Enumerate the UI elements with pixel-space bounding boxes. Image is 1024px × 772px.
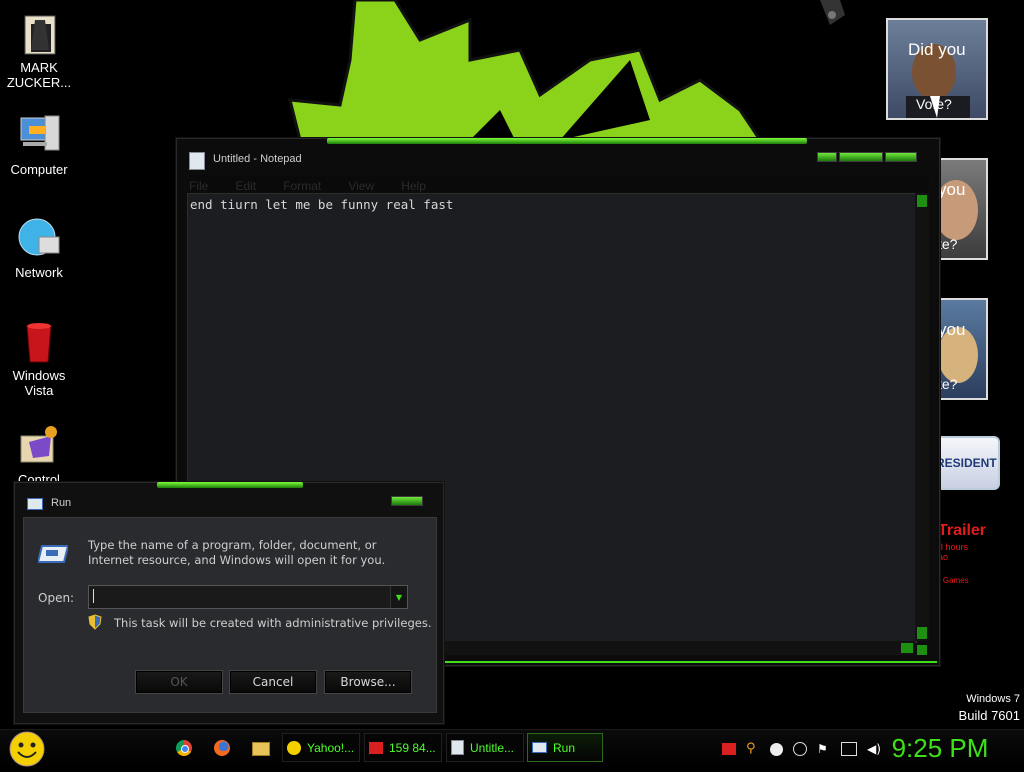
yahoo-messenger-icon bbox=[287, 740, 301, 755]
gadget-caption-bottom: te? bbox=[938, 236, 958, 252]
firefox-icon[interactable] bbox=[214, 740, 230, 756]
media-icon bbox=[369, 741, 383, 754]
window-glow-accent bbox=[327, 138, 807, 144]
cancel-button[interactable]: Cancel bbox=[229, 670, 317, 694]
watermark-line: Build 7601 bbox=[958, 708, 1020, 723]
desktop-icon-user-folder[interactable]: MARK ZUCKER... bbox=[4, 10, 74, 90]
action-center-flag-icon[interactable]: ⚑ bbox=[817, 743, 831, 755]
taskbar-item-notepad[interactable]: Untitle... bbox=[446, 733, 524, 762]
menu-edit[interactable]: Edit bbox=[235, 179, 256, 193]
shield-icon bbox=[88, 614, 102, 630]
taskbar-item-label: Untitle... bbox=[470, 740, 515, 755]
clock-tray-icon[interactable] bbox=[793, 742, 807, 756]
media-tray-icon[interactable] bbox=[722, 743, 736, 755]
taskbar-item-label: 159 84... bbox=[389, 740, 436, 755]
open-combobox[interactable]: ▼ bbox=[88, 585, 408, 609]
menu-file[interactable]: File bbox=[189, 179, 208, 193]
network-tray-icon[interactable] bbox=[841, 742, 857, 756]
run-description: Type the name of a program, folder, docu… bbox=[88, 538, 386, 567]
run-icon bbox=[36, 544, 70, 563]
banner-text: RESIDENT bbox=[936, 456, 997, 470]
folder-icon[interactable] bbox=[252, 742, 270, 756]
run-icon bbox=[532, 742, 547, 753]
minimize-button[interactable] bbox=[817, 152, 837, 162]
open-label: Open: bbox=[38, 591, 75, 605]
desktop-icon-label: Network bbox=[15, 265, 63, 280]
desktop: { "desktop": { "icons": [ {"label": "MAR… bbox=[0, 0, 1024, 769]
trailer-gadget[interactable]: Trailer 8 hours ao r Games bbox=[938, 522, 1018, 602]
volume-icon[interactable]: ◀) bbox=[867, 742, 881, 756]
messenger-tray-icon[interactable] bbox=[770, 742, 783, 756]
recycle-bin-icon bbox=[15, 318, 63, 366]
chrome-icon[interactable] bbox=[176, 740, 192, 756]
ok-button[interactable]: OK bbox=[135, 670, 223, 694]
network-icon bbox=[15, 215, 63, 263]
smiley-start-icon bbox=[9, 731, 45, 767]
menu-help[interactable]: Help bbox=[401, 179, 426, 193]
vote-gadget-obama[interactable]: Did you Vote? bbox=[886, 18, 988, 120]
maximize-button[interactable] bbox=[839, 152, 883, 162]
window-title: Run bbox=[51, 497, 72, 509]
gadget-caption-top: Did you bbox=[908, 40, 966, 59]
desktop-icon-label: MARK ZUCKER... bbox=[6, 60, 72, 90]
trailer-title: Trailer bbox=[938, 522, 987, 539]
window-bottom-glow bbox=[427, 661, 937, 663]
dialog-body: Type the name of a program, folder, docu… bbox=[23, 517, 437, 713]
close-button[interactable] bbox=[391, 496, 423, 506]
control-panel-icon bbox=[15, 422, 63, 470]
open-input[interactable] bbox=[93, 589, 384, 603]
desktop-icon-label: Computer bbox=[10, 162, 68, 177]
gadget-caption-bottom: Vote? bbox=[916, 96, 952, 112]
size-grip[interactable] bbox=[917, 645, 927, 655]
taskbar-item-yahoo[interactable]: Yahoo!... bbox=[282, 733, 360, 762]
close-button[interactable] bbox=[885, 152, 917, 162]
vote-gadget-2[interactable]: you te? bbox=[936, 158, 988, 260]
notepad-app-icon bbox=[189, 152, 205, 170]
taskbar-clock[interactable]: 9:25 PM bbox=[880, 733, 1000, 764]
run-dialog[interactable]: Run Type the name of a program, folder, … bbox=[14, 482, 444, 724]
taskbar-item-run[interactable]: Run bbox=[527, 733, 603, 762]
trailer-line: r Games bbox=[938, 576, 969, 585]
window-glow-accent bbox=[157, 482, 303, 488]
scroll-up-arrow[interactable] bbox=[917, 195, 927, 207]
desktop-icon-network[interactable]: Network bbox=[4, 215, 74, 280]
run-app-icon bbox=[27, 498, 43, 510]
desktop-icon-label: Windows Vista bbox=[12, 368, 66, 398]
admin-note: This task will be created with administr… bbox=[114, 616, 432, 630]
gadget-caption-top: you bbox=[938, 320, 966, 339]
taskbar-item-media[interactable]: 159 84... bbox=[364, 733, 442, 762]
taskbar-item-label: Run bbox=[553, 740, 576, 755]
watermark-line: Windows 7 bbox=[966, 693, 1020, 705]
computer-icon bbox=[15, 112, 63, 160]
desktop-icon-control-panel[interactable]: Control bbox=[4, 422, 74, 487]
scroll-down-arrow[interactable] bbox=[917, 627, 927, 639]
menu-view[interactable]: View bbox=[348, 179, 374, 193]
start-button[interactable] bbox=[8, 730, 46, 768]
president-banner[interactable]: RESIDENT bbox=[936, 436, 1000, 490]
dropdown-arrow-icon[interactable]: ▼ bbox=[390, 586, 407, 608]
trailer-line: 8 hours bbox=[938, 542, 969, 552]
windows-watermark: Windows 7 Build 7601 bbox=[920, 693, 1020, 723]
folder-icon bbox=[15, 10, 63, 58]
search-icon[interactable]: ⚲ bbox=[746, 742, 760, 756]
window-title: Untitled - Notepad bbox=[213, 153, 302, 165]
taskbar-item-label: Yahoo!... bbox=[307, 740, 355, 755]
system-tray: ⚲ ⚑ ◀) bbox=[722, 740, 881, 758]
browse-button[interactable]: Browse... bbox=[324, 670, 412, 694]
menu-format[interactable]: Format bbox=[283, 179, 321, 193]
desktop-icon-computer[interactable]: Computer bbox=[4, 112, 74, 177]
menu-bar: File Edit Format View Help bbox=[189, 175, 929, 193]
text-content: end tiurn let me be funny real fast bbox=[190, 197, 454, 212]
gadget-caption-bottom: te? bbox=[938, 376, 958, 392]
desktop-icon-recycle-bin[interactable]: Windows Vista bbox=[4, 318, 74, 398]
vertical-scrollbar[interactable] bbox=[915, 193, 929, 641]
vote-gadget-3[interactable]: you te? bbox=[936, 298, 988, 400]
notepad-icon bbox=[451, 740, 464, 755]
scroll-right-arrow[interactable] bbox=[901, 643, 913, 653]
gadget-caption-top: you bbox=[938, 180, 966, 199]
trailer-line: ao bbox=[938, 552, 949, 562]
